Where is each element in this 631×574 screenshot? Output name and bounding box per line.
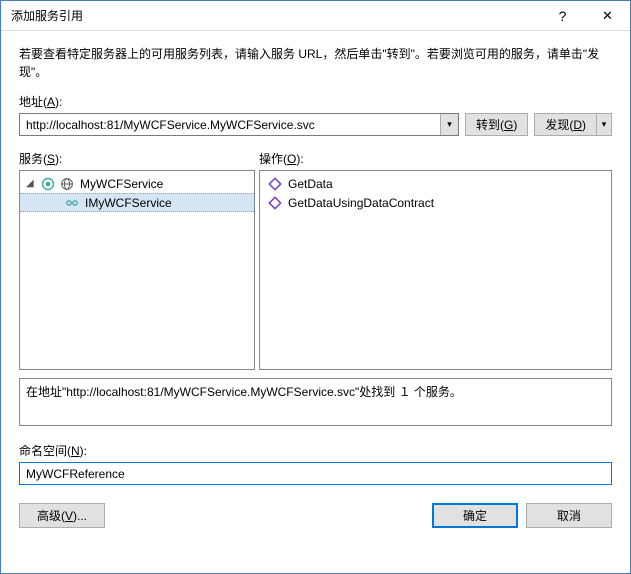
ok-button[interactable]: 确定: [432, 503, 518, 528]
discover-split-button[interactable]: 发现(D) ▾: [534, 113, 612, 136]
address-combobox[interactable]: ▾: [19, 113, 459, 136]
namespace-label: 命名空间(N):: [19, 442, 612, 459]
advanced-button[interactable]: 高级(V)...: [19, 503, 105, 528]
namespace-input[interactable]: [19, 462, 612, 485]
service-interface-label: IMyWCFService: [83, 196, 172, 210]
go-button[interactable]: 转到(G): [465, 113, 528, 136]
help-button[interactable]: ?: [540, 1, 585, 31]
interface-icon: [64, 195, 80, 211]
cancel-button[interactable]: 取消: [526, 503, 612, 528]
discover-button[interactable]: 发现(D): [534, 113, 597, 136]
address-label: 地址(A):: [19, 93, 612, 110]
service-root-label: MyWCFService: [78, 177, 163, 191]
operation-label: GetData: [288, 177, 333, 191]
close-button[interactable]: ✕: [585, 1, 630, 31]
operation-label: GetDataUsingDataContract: [288, 196, 434, 210]
service-node-root[interactable]: ◢ MyWCFService: [20, 174, 254, 193]
services-tree[interactable]: ◢ MyWCFService IMyWCFService: [19, 170, 255, 370]
globe-icon: [59, 176, 75, 192]
operations-list[interactable]: GetData GetDataUsingDataContract: [259, 170, 612, 370]
radio-selected-icon: [40, 176, 56, 192]
method-icon: [268, 177, 282, 191]
services-label: 服务(S):: [19, 150, 255, 167]
collapse-icon[interactable]: ◢: [26, 178, 37, 189]
window-title: 添加服务引用: [11, 7, 540, 24]
status-textbox: 在地址"http://localhost:81/MyWCFService.MyW…: [19, 378, 612, 426]
operation-item[interactable]: GetDataUsingDataContract: [260, 193, 611, 212]
discover-dropdown-icon[interactable]: ▾: [596, 113, 612, 136]
status-text: 在地址"http://localhost:81/MyWCFService.MyW…: [26, 385, 462, 399]
address-dropdown-icon[interactable]: ▾: [440, 114, 458, 135]
method-icon: [268, 196, 282, 210]
address-input[interactable]: [20, 114, 440, 135]
operation-item[interactable]: GetData: [260, 174, 611, 193]
titlebar: 添加服务引用 ? ✕: [1, 1, 630, 31]
intro-text: 若要查看特定服务器上的可用服务列表，请输入服务 URL，然后单击"转到"。若要浏…: [19, 45, 612, 81]
operations-label: 操作(O):: [259, 150, 612, 167]
service-node-interface[interactable]: IMyWCFService: [20, 193, 254, 212]
